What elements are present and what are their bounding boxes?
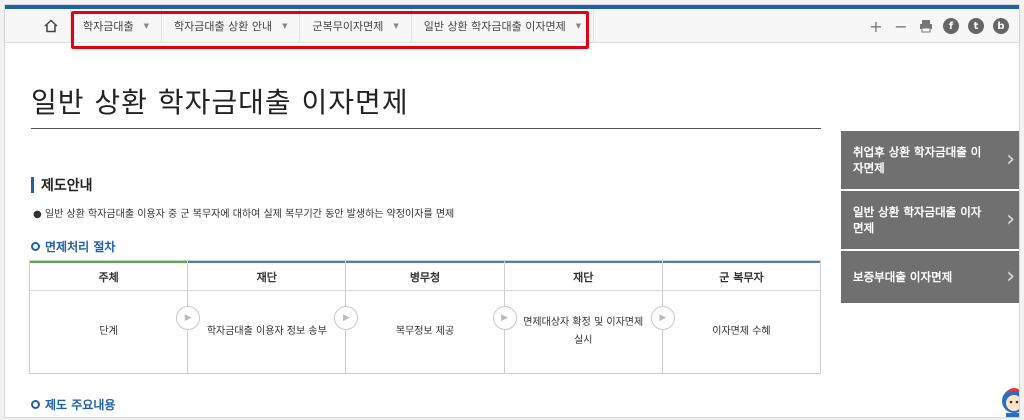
print-icon (920, 20, 932, 33)
side-menu: 취업후 상환 학자금대출 이자면제 › 일반 상환 학자금대출 이자면제 › 보… (841, 131, 1019, 305)
next-section-title-text: 제도 주요내용 (45, 398, 116, 412)
process-table: 주체 단계 ▶ 재단 학자금대출 이용자 정보 송부 ▶ 병무청 복무정보 제공… (29, 260, 821, 374)
breadcrumb-label: 일반 상환 학자금대출 이자면제 (423, 20, 566, 33)
breadcrumb-item-loan[interactable]: 학자금대출 ▼ (71, 9, 162, 43)
caret-down-icon: ▼ (575, 22, 582, 30)
breadcrumb-item-military-exemption[interactable]: 군복무이자면제 ▼ (300, 9, 412, 43)
breadcrumb-item-repayment-guide[interactable]: 학자금대출 상환 안내 ▼ (162, 9, 301, 43)
home-button[interactable] (31, 9, 71, 43)
location-bar: 학자금대출 ▼ 학자금대출 상환 안내 ▼ 군복무이자면제 ▼ 일반 상환 학자… (5, 9, 1019, 43)
process-step: ▶ 군 복무자 이자면제 수혜 (650, 261, 821, 373)
process-title-text: 면제처리 절차 (45, 240, 116, 254)
zoom-in-button[interactable]: + (868, 17, 884, 36)
step-head: 군 복무자 (662, 261, 821, 291)
step-head: 주체 (30, 261, 188, 291)
ring-icon (31, 242, 40, 251)
print-button[interactable] (918, 18, 934, 34)
caret-down-icon: ▼ (393, 22, 399, 30)
side-menu-label: 보증부대출 이자면제 (853, 270, 953, 284)
zoom-out-button[interactable]: − (893, 17, 909, 36)
section-bar (31, 177, 34, 193)
twitter-icon[interactable]: t (968, 18, 984, 34)
breadcrumb-item-general-exemption[interactable]: 일반 상환 학자금대출 이자면제 ▼ (412, 9, 595, 43)
process-title: 면제처리 절차 (31, 238, 115, 255)
step-head: 재단 (188, 261, 346, 291)
home-icon (43, 19, 58, 33)
next-section-title: 제도 주요내용 (31, 396, 115, 413)
breadcrumb-label: 군복무이자면제 (312, 20, 384, 33)
ring-icon (31, 400, 40, 409)
process-step: ▶ 병무청 복무정보 제공 (334, 261, 505, 373)
process-step: ▶ 재단 면제대상자 확정 및 이자면제 실시 (492, 261, 663, 373)
caret-down-icon: ▼ (143, 22, 149, 30)
process-step: ▶ 재단 학자금대출 이용자 정보 송부 (176, 261, 347, 373)
facebook-icon[interactable]: f (943, 18, 959, 34)
arrow-right-icon: ▶ (492, 306, 517, 330)
side-menu-item-employment-repayment[interactable]: 취업후 상환 학자금대출 이자면제 › (841, 131, 1019, 191)
mascot-icon[interactable] (997, 383, 1020, 418)
side-menu-item-guaranteed-loan[interactable]: 보증부대출 이자면제 › (841, 251, 1019, 305)
description-bullet: ● 일반 상환 학자금대출 이용자 중 군 복무자에 대하여 실제 복무기간 동… (33, 209, 455, 220)
step-body: 이자면제 수혜 (712, 326, 771, 337)
process-step: 주체 단계 (30, 261, 189, 373)
step-body: 단계 (99, 326, 118, 337)
side-menu-label: 취업후 상환 학자금대출 이자면제 (853, 145, 982, 175)
side-menu-label: 일반 상환 학자금대출 이자면제 (853, 205, 982, 235)
section-title: 제도안내 (31, 175, 93, 195)
step-head: 병무청 (346, 261, 504, 291)
chevron-right-icon: › (1006, 264, 1015, 289)
browser-page: 학자금대출 ▼ 학자금대출 상환 안내 ▼ 군복무이자면제 ▼ 일반 상환 학자… (4, 4, 1020, 418)
arrow-right-icon: ▶ (650, 306, 675, 330)
breadcrumb: 학자금대출 ▼ 학자금대출 상환 안내 ▼ 군복무이자면제 ▼ 일반 상환 학자… (71, 9, 595, 43)
breadcrumb-label: 학자금대출 (83, 20, 134, 33)
side-menu-item-general-repayment[interactable]: 일반 상환 학자금대출 이자면제 › (841, 191, 1019, 251)
page-tools: + − f t b (868, 9, 1009, 43)
breadcrumb-label: 학자금대출 상환 안내 (174, 20, 273, 33)
step-head: 재단 (504, 261, 662, 291)
step-body: 복무정보 제공 (395, 326, 455, 337)
section-title-text: 제도안내 (41, 178, 93, 194)
chevron-right-icon: › (1006, 147, 1015, 172)
title-divider (31, 128, 821, 129)
step-body: 학자금대출 이용자 정보 송부 (206, 326, 327, 337)
chevron-right-icon: › (1006, 207, 1015, 232)
step-body: 면제대상자 확정 및 이자면제 실시 (523, 317, 644, 346)
caret-down-icon: ▼ (282, 22, 288, 30)
blog-icon[interactable]: b (993, 18, 1009, 34)
page-title: 일반 상환 학자금대출 이자면제 (31, 86, 409, 119)
